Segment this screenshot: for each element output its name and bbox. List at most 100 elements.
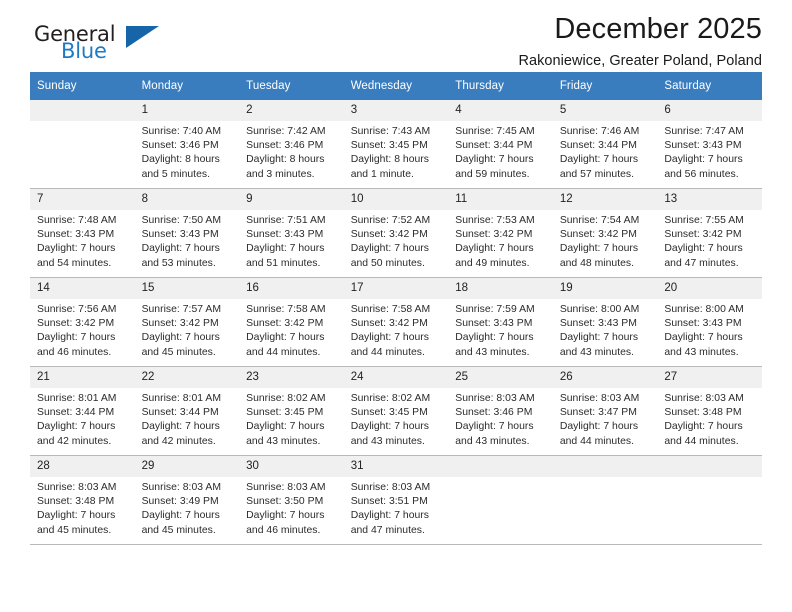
daylight-text-line1: Daylight: 7 hours: [559, 332, 639, 344]
sunset-text: Sunset: 3:44 PM: [37, 407, 115, 419]
daylight-text-line1: Daylight: 7 hours: [455, 243, 534, 255]
sunset-text: Sunset: 3:42 PM: [246, 318, 324, 330]
calendar-day-cell[interactable]: 17 Sunrise: 7:58 AM Sunset: 3:42 PM Dayl…: [343, 277, 449, 367]
daylight-text-line2: and 3 minutes.: [246, 168, 315, 180]
calendar-day-cell-empty: [552, 455, 658, 545]
sunrise-text: Sunrise: 8:03 AM: [664, 393, 744, 404]
calendar-day-cell[interactable]: 14 Sunrise: 7:56 AM Sunset: 3:42 PM Dayl…: [30, 277, 135, 367]
day-number: 3: [343, 100, 449, 121]
sunset-text: Sunset: 3:51 PM: [350, 496, 428, 508]
sunset-text: Sunset: 3:46 PM: [141, 140, 219, 152]
calendar-day-cell[interactable]: 1 Sunrise: 7:40 AM Sunset: 3:46 PM Dayli…: [134, 100, 240, 189]
daylight-text-line2: and 56 minutes.: [664, 168, 739, 180]
calendar-day-cell[interactable]: 26 Sunrise: 8:03 AM Sunset: 3:47 PM Dayl…: [552, 366, 658, 456]
daylight-text-line1: Daylight: 7 hours: [37, 243, 116, 255]
sunrise-text: Sunrise: 7:58 AM: [350, 304, 431, 315]
day-number: 16: [239, 278, 344, 299]
calendar-day-cell[interactable]: 21 Sunrise: 8:01 AM Sunset: 3:44 PM Dayl…: [30, 366, 135, 456]
day-number: 13: [657, 189, 762, 210]
daylight-text-line1: Daylight: 7 hours: [664, 243, 743, 255]
day-details: Sunrise: 7:57 AM Sunset: 3:42 PM Dayligh…: [135, 299, 240, 360]
sunrise-text: Sunrise: 7:52 AM: [350, 215, 431, 226]
daylight-text-line1: Daylight: 7 hours: [559, 421, 639, 433]
daylight-text-line2: and 47 minutes.: [664, 257, 739, 269]
calendar-day-cell[interactable]: 27 Sunrise: 8:03 AM Sunset: 3:48 PM Dayl…: [657, 366, 762, 456]
calendar-table: Sunday Monday Tuesday Wednesday Thursday…: [30, 72, 762, 545]
day-details: Sunrise: 7:50 AM Sunset: 3:43 PM Dayligh…: [135, 210, 240, 271]
weekday-header-tuesday: Tuesday: [239, 72, 344, 100]
calendar-day-cell[interactable]: 20 Sunrise: 8:00 AM Sunset: 3:43 PM Dayl…: [657, 277, 762, 367]
sunset-text: Sunset: 3:43 PM: [664, 140, 742, 152]
day-number: 1: [134, 100, 240, 121]
calendar-day-cell[interactable]: 6 Sunrise: 7:47 AM Sunset: 3:43 PM Dayli…: [657, 100, 762, 189]
daylight-text-line2: and 46 minutes.: [246, 524, 321, 536]
daylight-text-line2: and 42 minutes.: [37, 435, 112, 447]
calendar-day-cell[interactable]: 29 Sunrise: 8:03 AM Sunset: 3:49 PM Dayl…: [134, 455, 240, 545]
calendar-week-row: 21 Sunrise: 8:01 AM Sunset: 3:44 PM Dayl…: [30, 366, 762, 456]
daylight-text-line2: and 57 minutes.: [559, 168, 635, 180]
sunrise-text: Sunrise: 7:51 AM: [246, 215, 326, 226]
daylight-text-line1: Daylight: 7 hours: [37, 332, 116, 344]
sunset-text: Sunset: 3:48 PM: [664, 407, 742, 419]
day-details: Sunrise: 8:03 AM Sunset: 3:48 PM Dayligh…: [30, 477, 135, 538]
calendar-header-row: Sunday Monday Tuesday Wednesday Thursday…: [30, 72, 762, 100]
calendar-day-cell[interactable]: 4 Sunrise: 7:45 AM Sunset: 3:44 PM Dayli…: [448, 100, 553, 189]
sunrise-text: Sunrise: 7:50 AM: [141, 215, 222, 226]
daylight-text-line2: and 43 minutes.: [350, 435, 425, 447]
calendar-day-cell[interactable]: 10 Sunrise: 7:52 AM Sunset: 3:42 PM Dayl…: [343, 188, 449, 278]
daylight-text-line2: and 43 minutes.: [455, 346, 530, 358]
day-details: Sunrise: 8:03 AM Sunset: 3:49 PM Dayligh…: [135, 477, 240, 538]
calendar-day-cell[interactable]: 5 Sunrise: 7:46 AM Sunset: 3:44 PM Dayli…: [552, 100, 658, 189]
sunrise-text: Sunrise: 7:57 AM: [141, 304, 222, 315]
calendar-day-cell[interactable]: 19 Sunrise: 8:00 AM Sunset: 3:43 PM Dayl…: [552, 277, 658, 367]
daylight-text-line1: Daylight: 7 hours: [37, 421, 116, 433]
day-number: 25: [448, 367, 553, 388]
calendar-day-cell[interactable]: 22 Sunrise: 8:01 AM Sunset: 3:44 PM Dayl…: [134, 366, 240, 456]
day-number: [30, 100, 135, 121]
calendar-day-cell[interactable]: 16 Sunrise: 7:58 AM Sunset: 3:42 PM Dayl…: [239, 277, 344, 367]
logo-text-blue: Blue: [61, 39, 107, 63]
daylight-text-line1: Daylight: 7 hours: [350, 510, 429, 522]
calendar-day-cell[interactable]: 18 Sunrise: 7:59 AM Sunset: 3:43 PM Dayl…: [448, 277, 553, 367]
calendar-day-cell[interactable]: 9 Sunrise: 7:51 AM Sunset: 3:43 PM Dayli…: [239, 188, 344, 278]
daylight-text-line1: Daylight: 7 hours: [246, 510, 325, 522]
day-number: 10: [343, 189, 449, 210]
calendar-day-cell[interactable]: 23 Sunrise: 8:02 AM Sunset: 3:45 PM Dayl…: [239, 366, 344, 456]
calendar-day-cell[interactable]: 3 Sunrise: 7:43 AM Sunset: 3:45 PM Dayli…: [343, 100, 449, 189]
sunrise-text: Sunrise: 7:48 AM: [37, 215, 117, 226]
calendar-day-cell[interactable]: 24 Sunrise: 8:02 AM Sunset: 3:45 PM Dayl…: [343, 366, 449, 456]
sunrise-text: Sunrise: 7:40 AM: [141, 126, 222, 137]
day-details: Sunrise: 7:52 AM Sunset: 3:42 PM Dayligh…: [344, 210, 449, 271]
calendar-day-cell[interactable]: 7 Sunrise: 7:48 AM Sunset: 3:43 PM Dayli…: [30, 188, 135, 278]
sunrise-text: Sunrise: 7:55 AM: [664, 215, 744, 226]
day-details: Sunrise: 7:54 AM Sunset: 3:42 PM Dayligh…: [553, 210, 658, 271]
sunset-text: Sunset: 3:48 PM: [37, 496, 115, 508]
day-number: 2: [239, 100, 344, 121]
sunrise-text: Sunrise: 7:54 AM: [559, 215, 640, 226]
calendar-day-cell-empty: [448, 455, 553, 545]
sunset-text: Sunset: 3:42 PM: [455, 229, 533, 241]
day-details: [553, 477, 658, 481]
day-details: Sunrise: 7:58 AM Sunset: 3:42 PM Dayligh…: [344, 299, 449, 360]
calendar-day-cell[interactable]: 8 Sunrise: 7:50 AM Sunset: 3:43 PM Dayli…: [134, 188, 240, 278]
calendar-day-cell[interactable]: 28 Sunrise: 8:03 AM Sunset: 3:48 PM Dayl…: [30, 455, 135, 545]
weekday-header-thursday: Thursday: [448, 72, 553, 100]
calendar-day-cell[interactable]: 11 Sunrise: 7:53 AM Sunset: 3:42 PM Dayl…: [448, 188, 553, 278]
day-details: Sunrise: 7:48 AM Sunset: 3:43 PM Dayligh…: [30, 210, 135, 271]
calendar-week-row: 1 Sunrise: 7:40 AM Sunset: 3:46 PM Dayli…: [30, 100, 762, 189]
calendar-day-cell[interactable]: 2 Sunrise: 7:42 AM Sunset: 3:46 PM Dayli…: [239, 100, 344, 189]
calendar-day-cell[interactable]: 12 Sunrise: 7:54 AM Sunset: 3:42 PM Dayl…: [552, 188, 658, 278]
calendar-day-cell[interactable]: 15 Sunrise: 7:57 AM Sunset: 3:42 PM Dayl…: [134, 277, 240, 367]
calendar-day-cell[interactable]: 31 Sunrise: 8:03 AM Sunset: 3:51 PM Dayl…: [343, 455, 449, 545]
sunrise-text: Sunrise: 7:45 AM: [455, 126, 535, 137]
calendar-day-cell[interactable]: 30 Sunrise: 8:03 AM Sunset: 3:50 PM Dayl…: [239, 455, 344, 545]
calendar-day-cell[interactable]: [30, 100, 135, 189]
calendar-day-cell[interactable]: 13 Sunrise: 7:55 AM Sunset: 3:42 PM Dayl…: [657, 188, 762, 278]
calendar-day-cell[interactable]: 25 Sunrise: 8:03 AM Sunset: 3:46 PM Dayl…: [448, 366, 553, 456]
sunrise-text: Sunrise: 8:01 AM: [37, 393, 117, 404]
calendar-week-row: 7 Sunrise: 7:48 AM Sunset: 3:43 PM Dayli…: [30, 188, 762, 278]
daylight-text-line1: Daylight: 7 hours: [350, 421, 429, 433]
sunrise-text: Sunrise: 8:00 AM: [664, 304, 744, 315]
sunrise-text: Sunrise: 8:03 AM: [455, 393, 535, 404]
daylight-text-line1: Daylight: 7 hours: [664, 421, 743, 433]
